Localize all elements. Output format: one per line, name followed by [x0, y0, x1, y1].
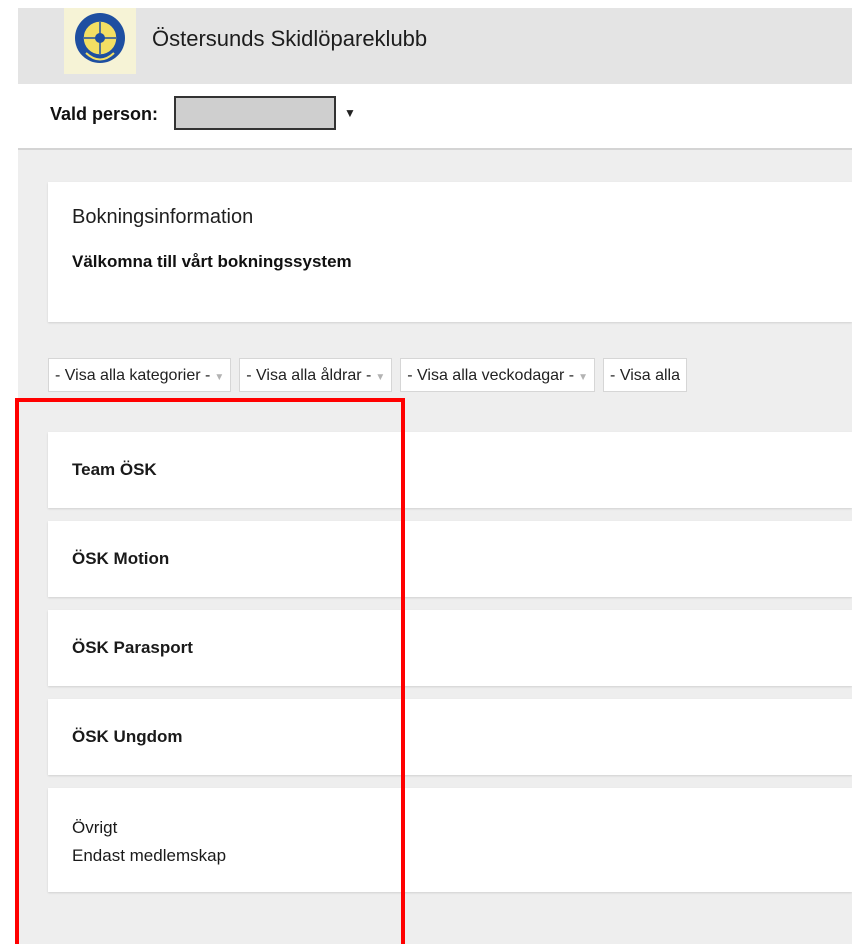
category-name: ÖSK Ungdom	[72, 727, 183, 746]
filter-weekdays[interactable]: - Visa alla veckodagar - ▼	[400, 358, 596, 392]
category-name: Team ÖSK	[72, 460, 157, 479]
info-subtitle: Välkomna till vårt bokningssystem	[72, 252, 352, 271]
filter-label: - Visa alla	[610, 367, 681, 384]
chevron-down-icon: ▼	[214, 372, 225, 383]
chevron-down-icon: ▼	[578, 372, 589, 383]
filter-bar: - Visa alla kategorier - ▼ - Visa alla åld…	[48, 358, 852, 394]
app-title: Östersunds Skidlöpareklubb	[152, 26, 428, 51]
info-title: Bokningsinformation	[72, 206, 254, 228]
filter-label: - Visa alla kategorier -	[55, 367, 211, 384]
category-osk-parasport[interactable]: ÖSK Parasport	[48, 610, 852, 686]
filter-ages[interactable]: - Visa alla åldrar - ▼	[239, 358, 393, 392]
filter-label: - Visa alla åldrar -	[246, 367, 372, 384]
person-select[interactable]	[174, 96, 336, 130]
filter-categories[interactable]: - Visa alla kategorier - ▼	[48, 358, 232, 392]
chevron-down-icon: ▼	[375, 372, 386, 383]
booking-info-card: Bokningsinformation Välkomna till vårt b…	[48, 182, 852, 322]
filter-label: - Visa alla veckodagar -	[407, 367, 575, 384]
category-name: Övrigt	[72, 818, 118, 837]
person-label: Vald person:	[50, 104, 159, 124]
main-content: Bokningsinformation Välkomna till vårt b…	[18, 150, 852, 944]
filter-more[interactable]: - Visa alla	[603, 358, 688, 392]
category-description: Endast medlemskap	[72, 846, 227, 865]
category-osk-motion[interactable]: ÖSK Motion	[48, 521, 852, 597]
category-ovrigt[interactable]: Övrigt Endast medlemskap	[48, 788, 852, 892]
category-name: ÖSK Motion	[72, 549, 170, 568]
category-osk-ungdom[interactable]: ÖSK Ungdom	[48, 699, 852, 775]
category-name: ÖSK Parasport	[72, 638, 193, 657]
app-header: Östersunds Skidlöpareklubb	[18, 8, 852, 84]
club-logo-icon[interactable]	[64, 8, 136, 74]
chevron-down-icon[interactable]: ▼	[344, 106, 356, 120]
person-selector-row: Vald person: ▼	[18, 84, 852, 150]
category-team-osk[interactable]: Team ÖSK	[48, 432, 852, 508]
